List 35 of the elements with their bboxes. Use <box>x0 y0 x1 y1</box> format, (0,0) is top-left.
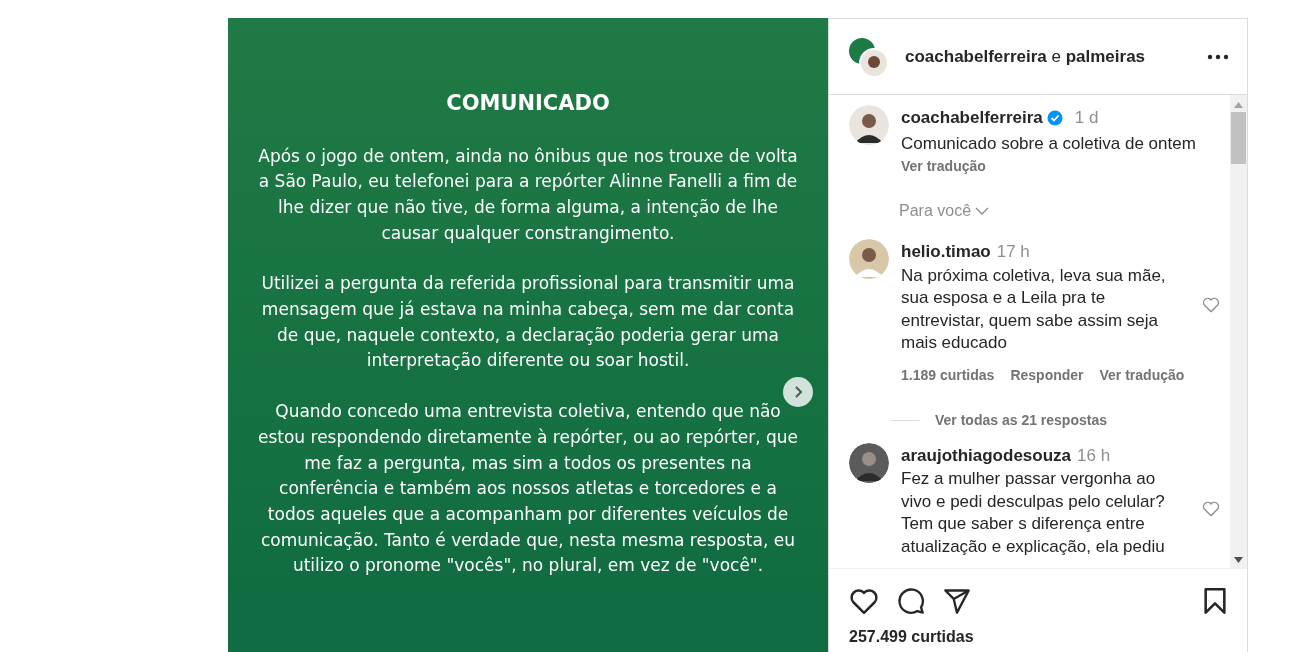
send-icon[interactable] <box>943 587 971 615</box>
translate-link[interactable]: Ver tradução <box>1099 364 1185 386</box>
timestamp: 16 h <box>1077 444 1111 467</box>
scrollbar[interactable] <box>1230 95 1247 568</box>
sort-dropdown[interactable]: Para você <box>899 199 990 223</box>
avatar[interactable] <box>849 105 889 145</box>
heart-icon[interactable] <box>849 587 879 615</box>
reply-link[interactable]: Responder <box>1010 364 1084 386</box>
username[interactable]: coachabelferreira <box>901 105 1043 131</box>
timestamp: 17 h <box>996 241 1030 263</box>
comment-icon[interactable] <box>897 587 925 615</box>
like-count[interactable]: 257.499 curtidas <box>849 625 1227 649</box>
like-count[interactable]: 1.189 curtidas <box>901 364 995 386</box>
next-button[interactable] <box>783 377 813 407</box>
post-paragraph: Utilizei a pergunta da referida profissional para transmitir uma mensagem que já estava na minha cabeça, sem me dar conta de que, naquele contexto, a declaração poderia gerar uma interpretação diferente ou soar hostil. <box>260 272 796 373</box>
more-icon[interactable] <box>1207 53 1229 60</box>
comment-text: Na próxima coletiva, leva sua mãe, sua esposa e a Leila pra te entrevistar, quem sabe assim seja mais educado <box>901 264 1167 354</box>
post-authors[interactable]: coachabelferreira e palmeiras <box>905 43 1146 70</box>
avatar-pair[interactable] <box>847 35 889 78</box>
avatar[interactable] <box>849 442 889 483</box>
comment-text: Fez a mulher passar vergonha ao vivo e pedi desculpas pelo celular? Tem que saber s diferença entre atualização e explicação, ela pediu <box>901 468 1166 558</box>
view-replies-link[interactable]: Ver todas as 21 respostas <box>935 409 1107 431</box>
avatar[interactable] <box>849 239 889 279</box>
caption-text: Comunicado sobre a coletiva de ontem <box>901 132 1196 155</box>
username[interactable]: araujothiagodesouza <box>901 442 1072 468</box>
timestamp: 1 d <box>1074 107 1099 129</box>
post-paragraph: Após o jogo de ontem, ainda no ônibus que nos trouxe de volta a São Paulo, eu telefonei para a repórter Alinne Fanelli a fim de lhe dizer que não tive, de forma alguma, a intenção de lhe causar qualquer constrangimento. <box>257 144 799 245</box>
username[interactable]: helio.timao <box>901 239 991 265</box>
scrollbar-thumb[interactable] <box>1231 112 1246 164</box>
scroll-down-icon[interactable] <box>1234 557 1243 563</box>
post-title: COMUNICADO <box>446 90 610 117</box>
post-paragraph: Quando concedo uma entrevista coletiva, entendo que não estou respondendo diretamente à repórter, ou ao repórter, que me faz a pergunta, mas sim a todos os presentes na conferência e também aos nossos atletas e torcedores e a todos aqueles que a acompanham por diferentes veículos de comunicação. Tanto é verdade que, nesta mesma resposta, eu utilizo o pronome "vocês", no plural, em vez de "você". <box>256 400 800 578</box>
bookmark-icon[interactable] <box>1203 587 1227 615</box>
chevron-down-icon <box>975 206 990 216</box>
translate-link[interactable]: Ver tradução <box>901 156 1196 177</box>
